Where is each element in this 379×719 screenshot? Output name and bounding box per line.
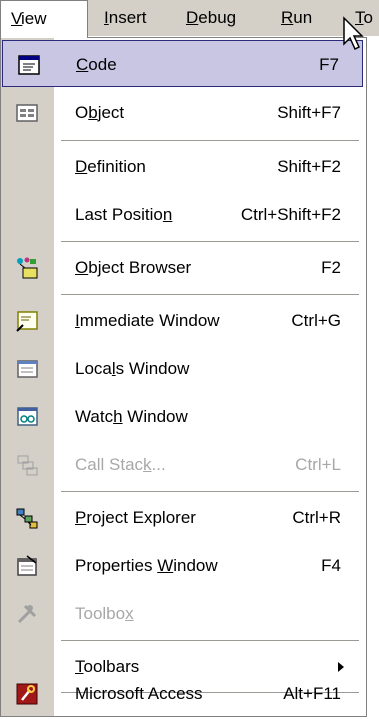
locals-window-icon — [15, 357, 39, 381]
menu-item-object-browser-label: Object Browser — [75, 258, 192, 277]
call-stack-icon — [15, 453, 39, 477]
menu-bar: View Insert Debug Run To — [0, 0, 379, 38]
menu-item-last-position-shortcut: Ctrl+Shift+F2 — [240, 205, 341, 224]
menu-item-properties-window-shortcut: F4 — [321, 556, 341, 575]
menu-item-locals-window-label: Locals Window — [75, 359, 190, 378]
toolbox-icon — [15, 602, 39, 626]
menu-item-object-browser-shortcut: F2 — [321, 258, 341, 277]
menu-separator — [61, 640, 359, 641]
menu-separator — [61, 294, 359, 295]
menu-separator — [61, 241, 359, 242]
menu-item-microsoft-access[interactable]: Microsoft Access Alt+F11 — [1, 670, 366, 718]
menu-item-object-shortcut: Shift+F7 — [277, 103, 341, 122]
menu-separator — [61, 491, 359, 492]
menu-separator — [61, 140, 359, 141]
menu-item-immediate-window[interactable]: Immediate Window Ctrl+G — [1, 297, 366, 345]
properties-window-icon — [15, 554, 39, 578]
menu-insert[interactable]: Insert — [104, 0, 147, 36]
vba-editor-window: { "menubar": { "items": [ {"label": "Vie… — [0, 0, 379, 719]
menu-item-call-stack-shortcut: Ctrl+L — [295, 455, 341, 474]
menu-insert-label: nsert — [108, 8, 147, 27]
menu-run-mnemonic: R — [281, 8, 294, 27]
menu-item-project-explorer-shortcut: Ctrl+R — [292, 508, 341, 527]
menu-item-definition-shortcut: Shift+F2 — [277, 157, 341, 176]
menu-item-watch-window[interactable]: Watch Window — [1, 393, 366, 441]
object-icon — [15, 101, 39, 125]
menu-item-definition[interactable]: Definition Shift+F2 — [1, 143, 366, 191]
menu-item-toolbox[interactable]: Toolbox — [1, 590, 366, 638]
menu-item-project-explorer[interactable]: Project Explorer Ctrl+R — [1, 494, 366, 542]
menu-item-microsoft-access-shortcut: Alt+F11 — [283, 684, 341, 703]
menu-item-last-position[interactable]: Last Position Ctrl+Shift+F2 — [1, 191, 366, 239]
menu-item-locals-window[interactable]: Locals Window — [1, 345, 366, 393]
menu-run-label: un — [293, 8, 313, 27]
menu-item-immediate-window-shortcut: Ctrl+G — [291, 311, 341, 330]
view-menu-dropdown: Code F7 Object Shift+F7 Definition Shift… — [0, 37, 367, 717]
menu-item-object[interactable]: Object Shift+F7 — [1, 89, 366, 137]
menu-item-project-explorer-label: Project Explorer — [75, 508, 196, 527]
menu-item-properties-window-label: Properties Window — [75, 556, 218, 575]
menu-item-call-stack-label: Call Stack... — [75, 455, 166, 474]
menu-run[interactable]: Run — [281, 0, 312, 36]
menu-debug-mnemonic: D — [186, 8, 199, 27]
immediate-window-icon — [15, 309, 39, 333]
menu-debug[interactable]: Debug — [186, 0, 236, 36]
watch-window-icon — [15, 405, 39, 429]
menu-item-microsoft-access-label: Microsoft Access — [75, 684, 203, 703]
menu-item-toolbox-label: Toolbox — [75, 604, 134, 623]
menu-item-call-stack[interactable]: Call Stack... Ctrl+L — [1, 441, 366, 489]
microsoft-access-icon — [15, 682, 39, 706]
menu-view[interactable]: View — [0, 0, 88, 38]
menu-view-label: iew — [21, 9, 47, 28]
menu-item-code-shortcut: F7 — [319, 55, 339, 74]
mouse-pointer-icon — [343, 16, 364, 51]
menu-item-properties-window[interactable]: Properties Window F4 — [1, 542, 366, 590]
menu-debug-label: ebug — [198, 8, 237, 27]
menu-item-last-position-label: Last Position — [75, 205, 173, 224]
project-explorer-icon — [15, 506, 39, 530]
code-window-icon — [17, 53, 41, 77]
menu-item-immediate-window-label: Immediate Window — [75, 311, 220, 330]
menu-item-object-browser[interactable]: Object Browser F2 — [1, 244, 366, 292]
menu-item-watch-window-label: Watch Window — [75, 407, 188, 426]
menu-item-definition-label: Definition — [75, 157, 146, 176]
menu-item-code[interactable]: Code F7 — [2, 40, 363, 87]
menu-item-object-label: Object — [75, 103, 125, 122]
object-browser-icon — [15, 256, 39, 280]
menu-item-code-label: Code — [76, 55, 117, 74]
